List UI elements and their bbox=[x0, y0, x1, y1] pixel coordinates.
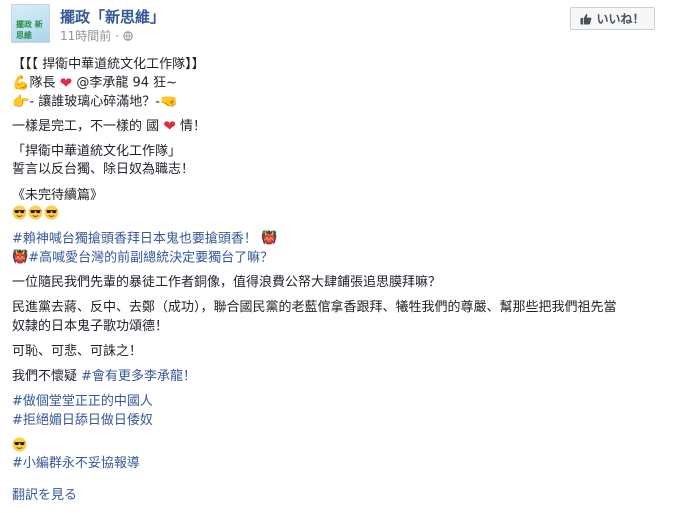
hashtag-link[interactable]: #賴神喊台獨搶頭香拜日本鬼也要搶頭香！ bbox=[12, 232, 257, 247]
post-meta: 11時間前 · bbox=[60, 27, 133, 44]
meta-separator: · bbox=[115, 28, 120, 43]
pointing-left-icon: 🤜 bbox=[159, 93, 178, 110]
sunglasses-icon bbox=[28, 205, 43, 220]
sunglasses-icon bbox=[12, 205, 27, 220]
like-button-label: いいね！ bbox=[596, 12, 645, 26]
ogre-icon: 👹 bbox=[261, 231, 278, 247]
thumbs-up-icon bbox=[580, 13, 592, 24]
heart-icon: ❤ bbox=[59, 74, 73, 93]
like-page-button[interactable]: いいね！ bbox=[570, 7, 655, 30]
post-line-11: 民進黨去蔣、反中、去鄭（成功），聯合國民黨的老藍倌拿香跟拜、犧牲我們的尊嚴、幫那… bbox=[12, 300, 617, 316]
no-doubt-text: 我們不懷疑 bbox=[12, 369, 78, 385]
hashtag-link[interactable]: #做個堂堂正正的中國人 bbox=[12, 394, 153, 409]
sunglasses-icon bbox=[12, 437, 27, 452]
same-completion-text: 一樣是完工，不一樣的 國 bbox=[12, 118, 160, 134]
post-line-14: 我們不懷疑 #會有更多李承龍！ bbox=[12, 368, 677, 386]
hashtag-link[interactable]: #會有更多李承龍！ bbox=[81, 369, 196, 384]
feeling-text: 情！ bbox=[180, 118, 207, 134]
post-line-16: #拒絕媚日舔日做日倭奴 bbox=[12, 412, 677, 430]
post-line-15: #做個堂堂正正的中國人 bbox=[12, 393, 677, 411]
post-line-5: 「捍衛中華道統文化工作隊」 bbox=[12, 144, 182, 160]
post-line-8: #賴神喊台獨搶頭香拜日本鬼也要搶頭香！ 👹 bbox=[12, 230, 677, 248]
hashtag-link[interactable]: #小編群永不妥協報導 bbox=[12, 456, 140, 471]
sunglasses-row bbox=[12, 205, 677, 223]
see-translation-link[interactable]: 翻訳を見る bbox=[12, 484, 77, 503]
hashtag-link[interactable]: #高喊愛台灣的前副總統決定要獨台了嘛？ bbox=[28, 250, 273, 265]
post-line-6: 誓言以反台獨、除日奴為職志！ bbox=[12, 162, 195, 178]
muscle-icon: 💪 bbox=[12, 75, 30, 92]
post-line-1: 【【【 捍衛中華道統文化工作隊】】 bbox=[12, 57, 205, 72]
sunglasses-row-2 bbox=[12, 437, 677, 455]
post-line-9: 👹#高喊愛台灣的前副總統決定要獨台了嘛？ bbox=[12, 249, 677, 267]
post-line-4: 一樣是完工，不一樣的 國 ❤ 情！ bbox=[12, 118, 677, 136]
post-timestamp[interactable]: 11時間前 bbox=[60, 27, 111, 44]
heart-icon: ❤ bbox=[163, 117, 176, 136]
pointing-right-icon: 👉 bbox=[12, 93, 30, 110]
page-name-link[interactable]: 擺政「新思維」 bbox=[60, 6, 165, 27]
post-line-2: 💪隊長 ❤ @李承龍 94 狂~ bbox=[12, 74, 677, 92]
post-body: 【【【 捍衛中華道統文化工作隊】】 💪隊長 ❤ @李承龍 94 狂~ 👉- 讓誰… bbox=[12, 56, 677, 474]
facebook-post: 擺政 新思維 擺政「新思維」 11時間前 · いいね！ 【【【 捍衛中華道統文化… bbox=[0, 0, 688, 513]
hashtag-link[interactable]: #拒絕媚日舔日做日倭奴 bbox=[12, 413, 153, 428]
mention-text: @李承龍 94 狂~ bbox=[76, 75, 178, 91]
post-line-13: 可恥、可悲、可誅之！ bbox=[12, 343, 143, 359]
post-line-10: 一位隨民我們先輩的暴徒工作者銅像，值得浪費公帑大肆鋪張追思膜拜嘛？ bbox=[12, 274, 442, 290]
post-line-12: 奴隸的日本鬼子歌功頌德！ bbox=[12, 318, 169, 334]
post-line-3: 👉- 讓誰玻璃心碎滿地？-🤜 bbox=[12, 93, 677, 111]
globe-icon[interactable] bbox=[123, 30, 133, 41]
page-avatar[interactable]: 擺政 新思維 bbox=[11, 4, 50, 43]
post-line-7: 《未完待續篇》 bbox=[12, 187, 104, 203]
captain-label: 隊長 bbox=[29, 75, 56, 91]
avatar-logo-text: 擺政 新思維 bbox=[16, 20, 43, 40]
sunglasses-icon bbox=[44, 205, 59, 220]
glass-heart-text: - 讓誰玻璃心碎滿地？- bbox=[29, 94, 160, 110]
ogre-icon: 👹 bbox=[12, 249, 29, 265]
post-line-17: #小編群永不妥協報導 bbox=[12, 455, 677, 473]
